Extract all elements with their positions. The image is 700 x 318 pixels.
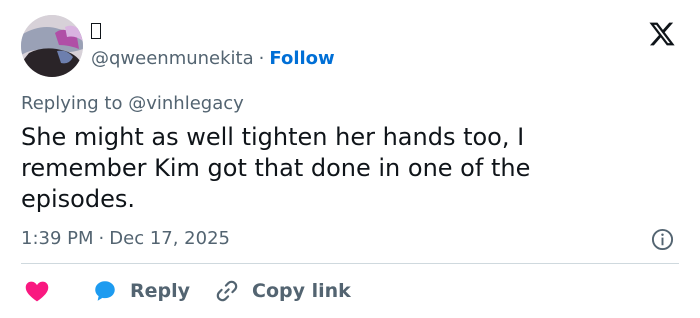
speech-bubble-icon bbox=[95, 281, 115, 301]
reply-button[interactable]: Reply bbox=[92, 276, 190, 306]
action-bar: Reply Copy link bbox=[0, 276, 700, 306]
copy-link-button[interactable]: Copy link bbox=[214, 276, 351, 306]
x-logo-icon[interactable] bbox=[648, 20, 676, 48]
heart-icon bbox=[25, 281, 49, 302]
info-icon[interactable] bbox=[651, 228, 674, 251]
handle[interactable]: @qweenmunekita bbox=[91, 48, 254, 69]
copy-link-label: Copy link bbox=[252, 280, 351, 302]
handle-line: @qweenmunekita · Follow bbox=[91, 48, 335, 70]
replying-to-label: Replying to bbox=[21, 93, 123, 114]
follow-button[interactable]: Follow bbox=[269, 48, 334, 69]
avatar[interactable] bbox=[21, 15, 83, 77]
reply-mention-link[interactable]: @vinhlegacy bbox=[128, 93, 244, 114]
timestamp-separator: · bbox=[98, 228, 105, 249]
tweet-timestamp[interactable]: 1:39 PM · Dec 17, 2025 bbox=[21, 228, 230, 250]
replying-to: Replying to @vinhlegacy bbox=[21, 93, 244, 115]
display-name[interactable] bbox=[91, 23, 101, 39]
reply-label: Reply bbox=[130, 280, 191, 302]
link-icon bbox=[216, 280, 238, 302]
like-button[interactable] bbox=[24, 276, 50, 306]
avatar-image bbox=[21, 15, 83, 77]
tweet-text: She might as well tighten her hands too,… bbox=[21, 123, 531, 213]
tweet-date: Dec 17, 2025 bbox=[109, 228, 230, 249]
separator-dot: · bbox=[258, 48, 265, 69]
tweet-time: 1:39 PM bbox=[21, 228, 94, 249]
divider bbox=[21, 263, 679, 264]
